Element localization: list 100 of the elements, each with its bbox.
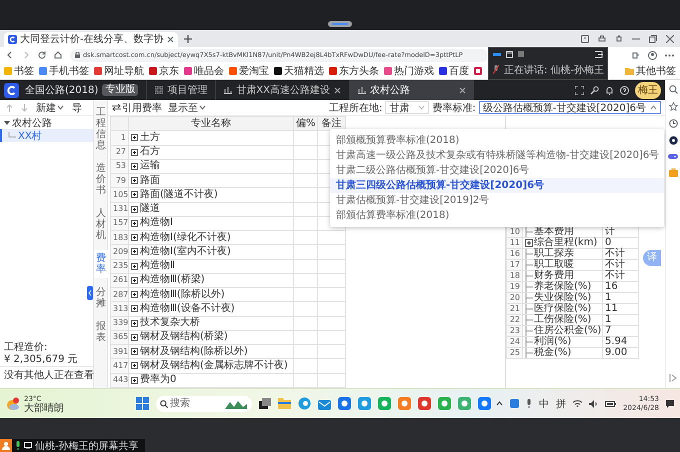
speaker-icon[interactable]: [589, 400, 598, 408]
bookmark-label[interactable]: 其他书签: [636, 64, 676, 78]
window-icon[interactable]: [581, 34, 589, 42]
expand-icon[interactable]: [131, 134, 138, 142]
expand-icon[interactable]: [131, 291, 138, 298]
quote-rate-button[interactable]: 引用费率: [112, 100, 162, 114]
folder-icon[interactable]: [278, 398, 291, 409]
screen-icon: [24, 442, 32, 449]
side-tab[interactable]: 报表: [94, 318, 108, 346]
fullscreen-icon[interactable]: [575, 86, 584, 94]
dropdown-option[interactable]: 甘肃三四级公路估概预算-甘交建设[2020]6号: [330, 178, 664, 193]
expand-icon[interactable]: [131, 148, 138, 156]
expand-icon[interactable]: [131, 348, 138, 356]
expand-icon[interactable]: [131, 248, 138, 256]
close-icon[interactable]: [334, 86, 341, 94]
bell-icon[interactable]: [605, 86, 614, 94]
app-icon[interactable]: [338, 397, 351, 410]
expand-icon[interactable]: [131, 362, 138, 370]
notification-icon[interactable]: [666, 399, 674, 408]
app-icon[interactable]: [378, 397, 391, 410]
browser-tab[interactable]: 大同登云计价-在线分享、数字协: [4, 32, 178, 47]
reload-icon[interactable]: [38, 51, 46, 59]
expand-icon[interactable]: [131, 262, 138, 270]
search-field[interactable]: 搜索: [156, 396, 252, 412]
app-tab[interactable]: 农村公路: [348, 80, 474, 100]
app-icon[interactable]: [478, 397, 491, 410]
close-icon[interactable]: [458, 86, 466, 94]
list-icon[interactable]: [518, 50, 524, 58]
home-icon[interactable]: [54, 51, 62, 59]
weather-icon[interactable]: [6, 396, 20, 410]
search-icon[interactable]: [668, 85, 678, 94]
browser-icon[interactable]: [298, 397, 311, 410]
battery-icon[interactable]: [605, 400, 616, 406]
caret-up-icon[interactable]: [496, 401, 504, 406]
location-select[interactable]: 甘肃: [385, 101, 430, 114]
dropdown-option[interactable]: 部颁估算费率标准(2018): [330, 208, 664, 223]
tree-item[interactable]: 农村公路: [0, 116, 93, 129]
expand-icon[interactable]: [131, 162, 138, 170]
expand-icon[interactable]: [131, 220, 138, 227]
help-icon[interactable]: [620, 86, 629, 94]
side-tab[interactable]: 费率: [94, 250, 108, 278]
expand-icon[interactable]: [131, 206, 138, 213]
wifi-icon[interactable]: [573, 400, 582, 407]
app-icon[interactable]: [358, 397, 371, 410]
app-icon[interactable]: [398, 397, 411, 410]
rate-standard-select[interactable]: 级公路估概预算-甘交建设[2020]6号: [478, 101, 661, 114]
caret-down-icon[interactable]: [4, 120, 10, 126]
expand-icon[interactable]: [131, 334, 138, 341]
app-icon[interactable]: [438, 397, 451, 410]
side-tab[interactable]: 分摊: [94, 284, 108, 312]
input-method[interactable]: 中: [539, 396, 550, 410]
new-button[interactable]: 新建: [36, 100, 64, 114]
tray-app-icon[interactable]: [510, 399, 520, 408]
exit-icon[interactable]: [595, 50, 603, 58]
more-icon[interactable]: [665, 54, 674, 56]
close-icon[interactable]: [166, 36, 174, 43]
record-icon[interactable]: [668, 136, 678, 145]
app-tab[interactable]: 项目管理: [146, 80, 216, 100]
handle-icon[interactable]: [328, 21, 352, 27]
expand-icon[interactable]: [131, 234, 138, 242]
back-icon[interactable]: [6, 51, 14, 59]
expand-icon[interactable]: [131, 191, 138, 198]
task-view-icon[interactable]: [259, 398, 271, 409]
toolbar-button[interactable]: 导: [72, 100, 82, 114]
side-tab[interactable]: 工程信息: [94, 104, 108, 154]
app-icon[interactable]: [418, 397, 431, 410]
profile-icon[interactable]: [648, 50, 657, 60]
expand-panel-icon[interactable]: [669, 374, 677, 382]
expand-icon[interactable]: [131, 376, 138, 384]
app-icon[interactable]: [458, 397, 471, 410]
expand-icon[interactable]: [131, 177, 138, 184]
side-tab[interactable]: 人材机: [94, 205, 108, 244]
start-icon[interactable]: [136, 397, 149, 410]
expand-icon[interactable]: [131, 320, 138, 327]
gamepad-icon[interactable]: [668, 153, 678, 160]
tree-item[interactable]: XX村: [0, 129, 93, 142]
expand-icon[interactable]: [131, 276, 138, 284]
input-method[interactable]: 拼: [556, 396, 566, 410]
star-icon[interactable]: [668, 102, 678, 111]
dropdown-option[interactable]: 甘肃高速一级公路及技术复杂或有特殊桥隧等构造物-甘交建设[2020]6号: [330, 148, 664, 163]
expand-icon[interactable]: [525, 239, 533, 247]
new-tab-icon[interactable]: [184, 34, 192, 42]
dropdown-option[interactable]: 部颁概预算费率标准(2018): [330, 133, 664, 148]
mail-icon[interactable]: [318, 398, 331, 410]
user-avatar[interactable]: 梅王: [635, 82, 661, 98]
microphone-icon[interactable]: [15, 441, 21, 450]
side-tab[interactable]: 造价书: [94, 160, 108, 199]
show-to-dropdown[interactable]: 显示至: [168, 100, 206, 114]
restore-icon[interactable]: [649, 34, 657, 42]
close-icon[interactable]: [666, 34, 674, 42]
minimize-icon[interactable]: [493, 52, 501, 56]
collapse-handle-icon[interactable]: [87, 286, 93, 300]
clock-icon[interactable]: [668, 119, 678, 128]
dropdown-option[interactable]: 甘肃二级公路估概预算-甘交建设[2020]6号: [330, 163, 664, 178]
expand-icon[interactable]: [131, 305, 138, 312]
bookmark-icon[interactable]: [474, 67, 482, 75]
dropdown-option[interactable]: 甘肃估概预算-甘交建设[2019]2号: [330, 193, 664, 208]
mic-off-icon[interactable]: [493, 65, 499, 74]
printer-icon[interactable]: [598, 34, 606, 42]
microphone-icon[interactable]: [526, 399, 532, 408]
